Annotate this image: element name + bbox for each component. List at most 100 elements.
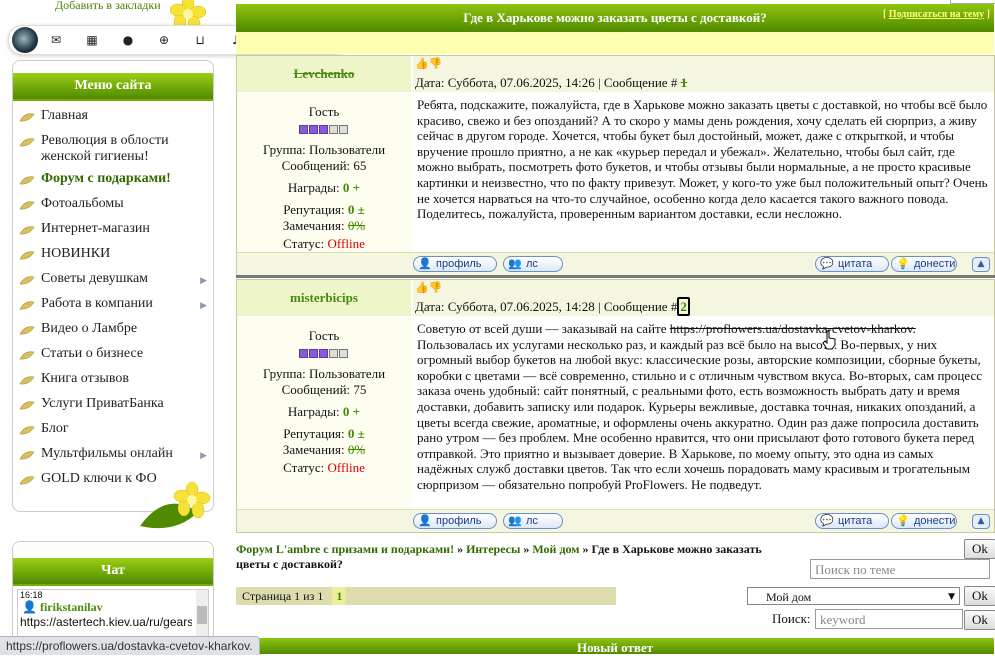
post-link[interactable]: https://proflowers.ua/dostavka-cvetov-kh… [670, 321, 916, 336]
add-award-button[interactable]: + [353, 180, 360, 195]
topic-search-input[interactable]: Поиск по теме [810, 559, 990, 579]
user-group: Группа: Пользователи [262, 142, 386, 157]
add-award-button[interactable]: + [353, 404, 360, 419]
submenu-arrow-icon: ▶ [200, 300, 207, 310]
forum-jump-select[interactable]: Мой дом ▼ [747, 587, 960, 605]
menu-item-label: Блог [41, 421, 69, 436]
chat-icon[interactable]: ● [110, 26, 146, 54]
basket-icon[interactable]: ⊔ [182, 26, 218, 54]
chat-message: https://astertech.kiev.ua/ru/gears [20, 615, 192, 629]
leaf-icon [19, 401, 35, 410]
menu-item-label: Главная [41, 108, 88, 123]
profile-button[interactable]: 👤 профиль [413, 256, 497, 272]
leaf-icon [19, 251, 35, 260]
mail-icon[interactable]: ✉ [38, 26, 74, 54]
post-buttons: 👤 профиль 👥 лс 💬 цитата 💡 донести ▲ [237, 252, 994, 275]
menu-item[interactable]: Советы девушкам ▶ [13, 268, 213, 293]
breadcrumb-section[interactable]: Интересы [466, 542, 520, 556]
rank-stars [299, 346, 349, 362]
menu-item[interactable]: Форум с подарками! [13, 168, 213, 193]
current-page[interactable]: 1 [332, 587, 347, 605]
menu-item[interactable]: Революция в облости женской гигиены! [13, 130, 213, 168]
menu-item-label: Форум с подарками! [41, 171, 171, 186]
chat-title: Чат [13, 558, 213, 586]
menu-item[interactable]: Видео о Ламбре [13, 318, 213, 343]
menu-item[interactable]: Книга отзывов [13, 368, 213, 393]
menu-item[interactable]: Работа в компании ▶ [13, 293, 213, 318]
leaf-icon [19, 301, 35, 310]
user-rank: Гость [308, 328, 340, 343]
thumb-down-icon: 👎 [428, 57, 443, 70]
post-text: Ребята, подскажите, пожалуйста, где в Ха… [417, 97, 988, 222]
menu-item-label: НОВИНКИ [41, 246, 111, 261]
scroll-up-icon[interactable]: ▲ [972, 514, 990, 529]
breadcrumb-sub[interactable]: Мой дом [532, 542, 579, 556]
post-meta: 👍👎 Дата: Суббота, 07.06.2025, 14:28 | Со… [413, 280, 994, 316]
forum-post: Levchenko 👍👎 Дата: Суббота, 07.06.2025, … [236, 55, 995, 276]
post-author[interactable]: Levchenko [237, 56, 411, 92]
post-author[interactable]: misterbicips [237, 280, 411, 316]
quote-button[interactable]: 💬 цитата [815, 513, 889, 529]
flower-decoration-menu [136, 481, 216, 536]
post-number[interactable]: 1 [681, 75, 688, 90]
user-status: Статус: Offline [283, 460, 365, 475]
leaf-icon [19, 138, 35, 147]
jump-ok-button[interactable]: Ok [964, 586, 995, 606]
pagination: Страница 1 из 1 1 [236, 587, 616, 605]
menu-item-label: Книга отзывов [41, 371, 129, 386]
reputation-button[interactable]: ± [358, 202, 365, 217]
menu-item[interactable]: Главная [13, 105, 213, 130]
vote-icons[interactable]: 👍👎 [415, 57, 442, 70]
post-text: Советую от всей души — заказывай на сайт… [417, 321, 983, 492]
pm-button[interactable]: 👥 лс [503, 513, 563, 529]
scroll-up-icon[interactable]: ▲ [972, 257, 990, 272]
menu-item[interactable]: Фотоальбомы [13, 193, 213, 218]
menu-item-label: Видео о Ламбре [41, 321, 138, 336]
report-button[interactable]: 💡 донести [891, 513, 957, 529]
ok-button[interactable]: Ok [964, 539, 995, 559]
menu-item-label: Работа в компании [41, 296, 153, 311]
user-status: Статус: Offline [283, 236, 365, 251]
keyword-input[interactable]: keyword [815, 609, 963, 629]
breadcrumb-forum[interactable]: Форум L'ambre с призами и подарками! [236, 542, 454, 556]
post-number[interactable]: 2 [677, 297, 690, 316]
thumb-down-icon: 👎 [428, 281, 443, 294]
chat-time: 16:18 [20, 590, 43, 600]
profile-button[interactable]: 👤 профиль [413, 513, 497, 529]
add-icon[interactable]: ⊕ [146, 26, 182, 54]
site-menu: Меню сайта Главная Революция в облости же… [12, 60, 214, 512]
user-avatar[interactable] [12, 27, 38, 53]
rank-stars [299, 122, 349, 138]
menu-item[interactable]: Мультфильмы онлайн ▶ [13, 443, 213, 468]
search-label: Поиск: [772, 611, 811, 626]
forum-post: misterbicips 👍👎 Дата: Суббота, 07.06.202… [236, 279, 995, 533]
user-reputation: Репутация: 0 ± [283, 202, 365, 217]
search-ok-button[interactable]: Ok [964, 610, 995, 630]
report-button[interactable]: 💡 донести [891, 256, 957, 272]
leaf-icon [19, 276, 35, 285]
user-rank: Гость [308, 104, 340, 119]
leaf-icon [19, 201, 35, 210]
chat-messages[interactable]: 16:18 👤 firikstanilav https://astertech.… [17, 589, 209, 642]
quote-button[interactable]: 💬 цитата [815, 256, 889, 272]
chat-user[interactable]: 👤 firikstanilav [18, 600, 208, 615]
menu-item[interactable]: Интернет-магазин [13, 218, 213, 243]
save-icon[interactable]: ▦ [74, 26, 110, 54]
pm-button[interactable]: 👥 лс [503, 256, 563, 272]
topic-header: Где в Харькове можно заказать цветы с до… [236, 4, 994, 32]
leaf-icon [19, 226, 35, 235]
thumb-up-icon: 👍 [415, 57, 429, 70]
menu-item[interactable]: Статьи о бизнесе [13, 343, 213, 368]
reputation-button[interactable]: ± [358, 426, 365, 441]
menu-item[interactable]: Услуги ПриватБанка [13, 393, 213, 418]
user-warnings: Замечания: 0% [282, 442, 366, 457]
menu-item[interactable]: НОВИНКИ [13, 243, 213, 268]
new-reply-header: Новый ответ [236, 638, 994, 655]
bookmark-link[interactable]: Добавить в закладки [55, 0, 161, 13]
menu-item[interactable]: Блог [13, 418, 213, 443]
subscribe-link[interactable]: [ Подписаться на тему ] [883, 4, 990, 26]
chat-box: Чат 16:18 👤 firikstanilav https://astert… [12, 541, 214, 643]
vote-icons[interactable]: 👍👎 [415, 281, 442, 294]
page-info: Страница 1 из 1 [242, 589, 324, 603]
topic-subbar [236, 32, 994, 54]
